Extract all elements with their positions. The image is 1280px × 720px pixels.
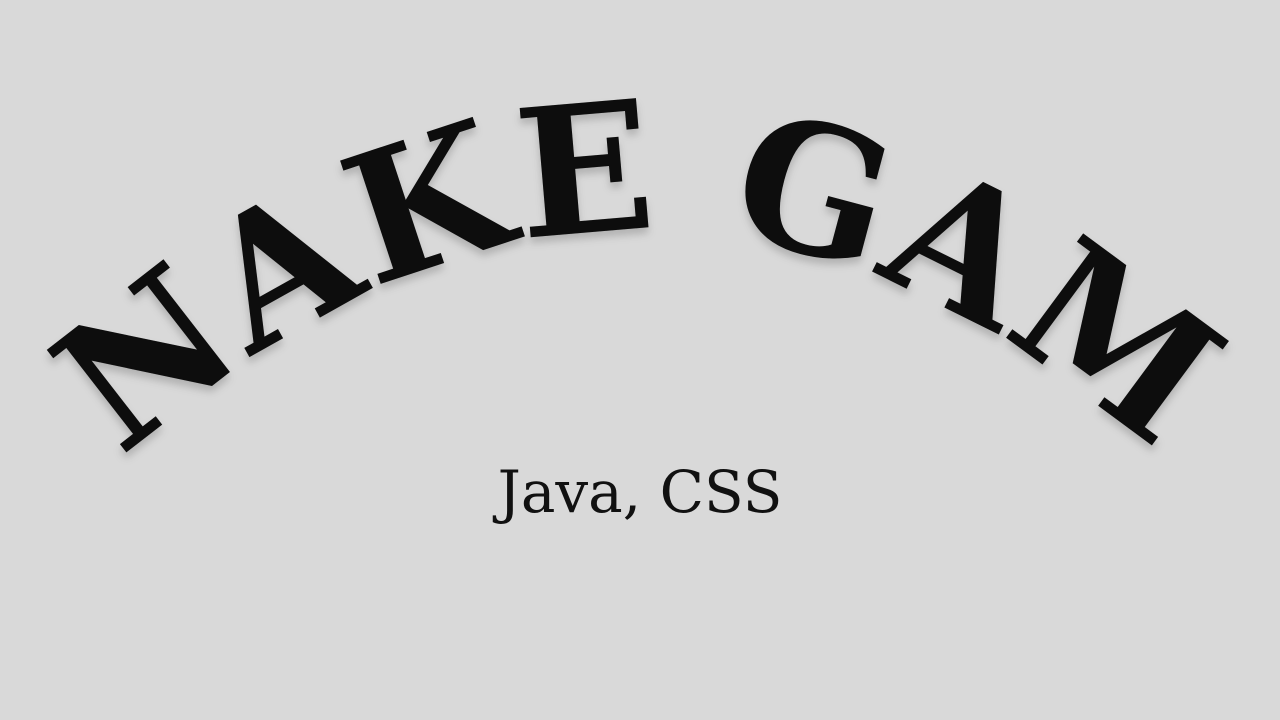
arched-title: SNAKE GAME [0,0,1259,490]
game-title: SNAKE GAME [0,0,1259,490]
game-title-text: SNAKE GAME [0,0,1257,490]
title-card: SNAKE GAME Java, CSS [0,0,1280,720]
tech-stack-subtitle: Java, CSS [497,458,783,526]
